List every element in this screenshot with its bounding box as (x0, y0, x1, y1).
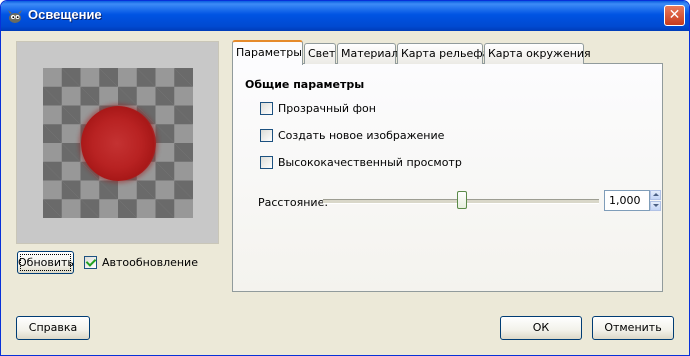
preview-checkerboard (43, 68, 193, 218)
spin-up-icon[interactable] (650, 190, 661, 200)
help-button[interactable]: Справка (16, 316, 90, 340)
ok-button[interactable]: ОК (500, 316, 582, 340)
lighting-dialog: Освещение ✕ Обновить Автообновление Пара… (0, 0, 690, 356)
window-title: Освещение (28, 7, 102, 22)
refresh-button[interactable]: Обновить (17, 251, 74, 274)
spin-down-icon[interactable] (650, 201, 661, 211)
ok-button-label: ОК (532, 321, 550, 334)
close-icon[interactable]: ✕ (664, 5, 685, 26)
create-new-image-label[interactable]: Создать новое изображение (278, 129, 444, 142)
transparent-background-label[interactable]: Прозрачный фон (278, 102, 376, 115)
tab-environment-map[interactable]: Карта окружения (484, 43, 591, 64)
create-new-image-checkbox[interactable] (260, 129, 273, 142)
tab-panel (232, 63, 663, 292)
general-options-title: Общие параметры (245, 78, 365, 91)
distance-label: Расстояние: (258, 196, 329, 209)
help-button-label: Справка (28, 321, 78, 334)
cancel-button[interactable]: Отменить (592, 316, 674, 340)
distance-spin-field[interactable]: 1,000 (604, 190, 650, 211)
preview-area (16, 41, 219, 244)
distance-slider-thumb[interactable] (457, 191, 467, 209)
auto-update-label[interactable]: Автообновление (102, 256, 198, 269)
high-quality-preview-label[interactable]: Высококачественный просмотр (278, 156, 462, 169)
refresh-button-label: Обновить (18, 256, 74, 269)
transparent-background-checkbox[interactable] (260, 102, 273, 115)
auto-update-checkbox[interactable] (84, 256, 97, 269)
cancel-button-label: Отменить (604, 321, 662, 334)
title-bar[interactable]: Освещение ✕ (1, 1, 689, 31)
tab-material[interactable]: Материал (337, 43, 398, 64)
gimp-icon (8, 10, 22, 23)
preview-sphere (81, 106, 156, 181)
high-quality-preview-checkbox[interactable] (260, 156, 273, 169)
dialog-body: Обновить Автообновление Параметры Свет М… (1, 31, 689, 355)
tab-light[interactable]: Свет (304, 43, 336, 64)
tab-bump-map[interactable]: Карта рельефа (397, 43, 489, 64)
tab-parameters[interactable]: Параметры (232, 40, 303, 65)
